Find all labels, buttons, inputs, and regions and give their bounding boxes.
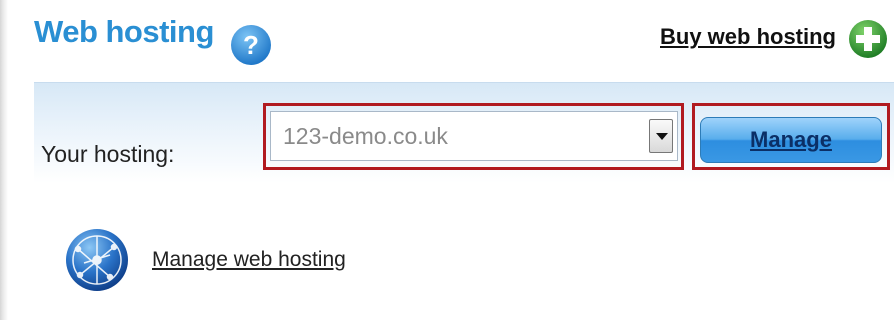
globe-icon xyxy=(66,229,128,291)
chevron-down-icon[interactable] xyxy=(649,119,673,153)
hosting-select[interactable]: 123-demo.co.uk xyxy=(270,111,678,161)
your-hosting-label: Your hosting: xyxy=(41,141,175,167)
svg-text:?: ? xyxy=(243,30,259,60)
manage-web-hosting-link[interactable]: Manage web hosting xyxy=(152,248,346,272)
page-title: Web hosting xyxy=(34,14,214,49)
left-border xyxy=(0,0,8,320)
manage-button[interactable]: Manage xyxy=(700,117,882,163)
question-mark-icon[interactable]: ? xyxy=(230,24,272,66)
hosting-select-value: 123-demo.co.uk xyxy=(283,123,448,149)
plus-circle-icon[interactable] xyxy=(848,19,888,59)
buy-web-hosting-link[interactable]: Buy web hosting xyxy=(660,24,836,50)
